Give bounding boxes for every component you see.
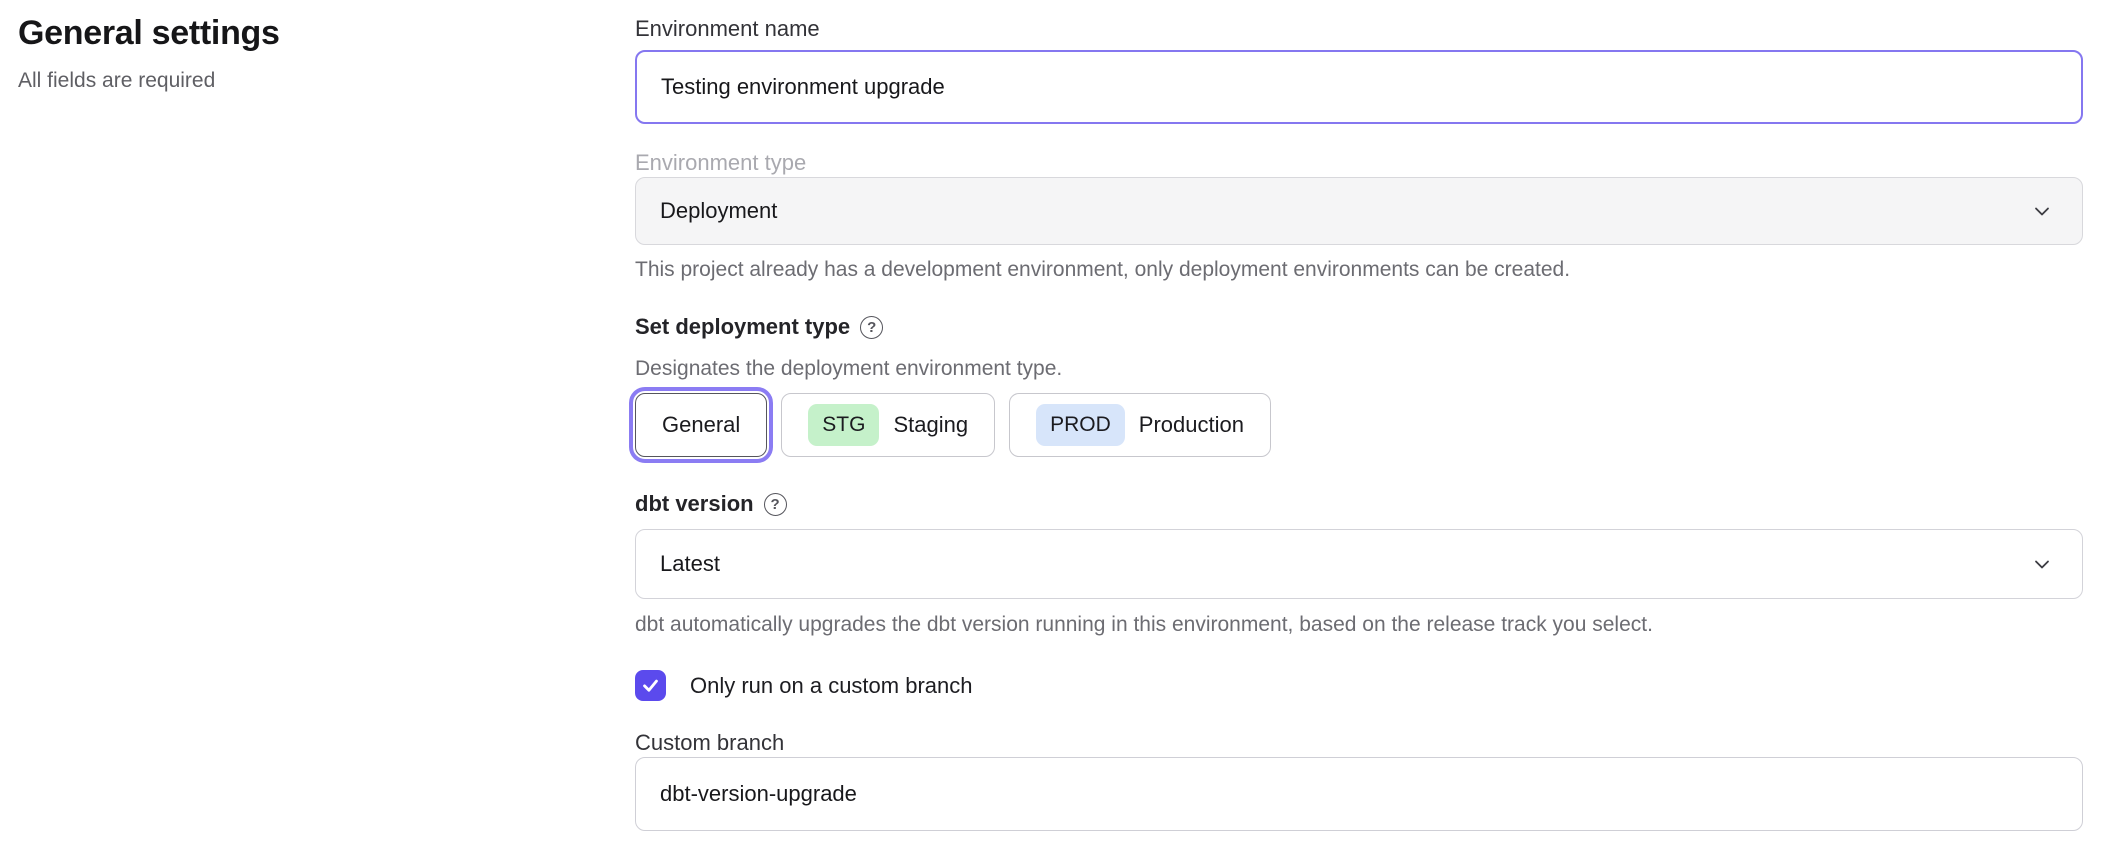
- general-settings-page: General settings All fields are required…: [0, 0, 2116, 864]
- page-subtitle: All fields are required: [18, 69, 578, 93]
- deployment-option-staging[interactable]: STG Staging: [781, 393, 995, 457]
- deployment-type-label: Set deployment type: [635, 314, 850, 340]
- deployment-option-general[interactable]: General: [635, 393, 767, 457]
- deployment-type-section: Set deployment type ?: [635, 314, 2083, 340]
- environment-type-value: Deployment: [660, 198, 2030, 224]
- environment-name-input[interactable]: [635, 50, 2083, 124]
- dbt-version-section: dbt version ?: [635, 491, 2083, 517]
- custom-branch-toggle-row: Only run on a custom branch: [635, 670, 2083, 701]
- deployment-option-production[interactable]: PROD Production: [1009, 393, 1271, 457]
- dbt-version-value: Latest: [660, 551, 2030, 577]
- deployment-option-production-label: Production: [1139, 412, 1244, 438]
- page-title: General settings: [18, 14, 578, 53]
- environment-type-label: Environment type: [635, 150, 2083, 176]
- help-icon[interactable]: ?: [764, 493, 787, 516]
- environment-name-label: Environment name: [635, 16, 2083, 42]
- chevron-down-icon: [2030, 552, 2054, 576]
- check-icon: [641, 676, 660, 695]
- settings-summary-panel: General settings All fields are required: [18, 14, 578, 93]
- deployment-type-helper: Designates the deployment environment ty…: [635, 356, 2083, 382]
- custom-branch-checkbox[interactable]: [635, 670, 666, 701]
- environment-type-select[interactable]: Deployment: [635, 177, 2083, 245]
- environment-type-helper: This project already has a development e…: [635, 257, 2083, 283]
- dbt-version-helper: dbt automatically upgrades the dbt versi…: [635, 612, 2083, 638]
- deployment-option-staging-label: Staging: [893, 412, 968, 438]
- environment-settings-form: Environment name Environment type Deploy…: [635, 0, 2083, 864]
- dbt-version-select[interactable]: Latest: [635, 529, 2083, 599]
- help-icon[interactable]: ?: [860, 316, 883, 339]
- dbt-version-label: dbt version: [635, 491, 754, 517]
- custom-branch-input[interactable]: [635, 757, 2083, 831]
- custom-branch-label: Custom branch: [635, 730, 2083, 756]
- production-badge: PROD: [1036, 404, 1125, 446]
- chevron-down-icon: [2030, 199, 2054, 223]
- custom-branch-checkbox-label: Only run on a custom branch: [690, 673, 972, 699]
- deployment-option-general-label: General: [662, 412, 740, 438]
- deployment-type-options: General STG Staging PROD Production: [635, 393, 2083, 457]
- staging-badge: STG: [808, 404, 879, 446]
